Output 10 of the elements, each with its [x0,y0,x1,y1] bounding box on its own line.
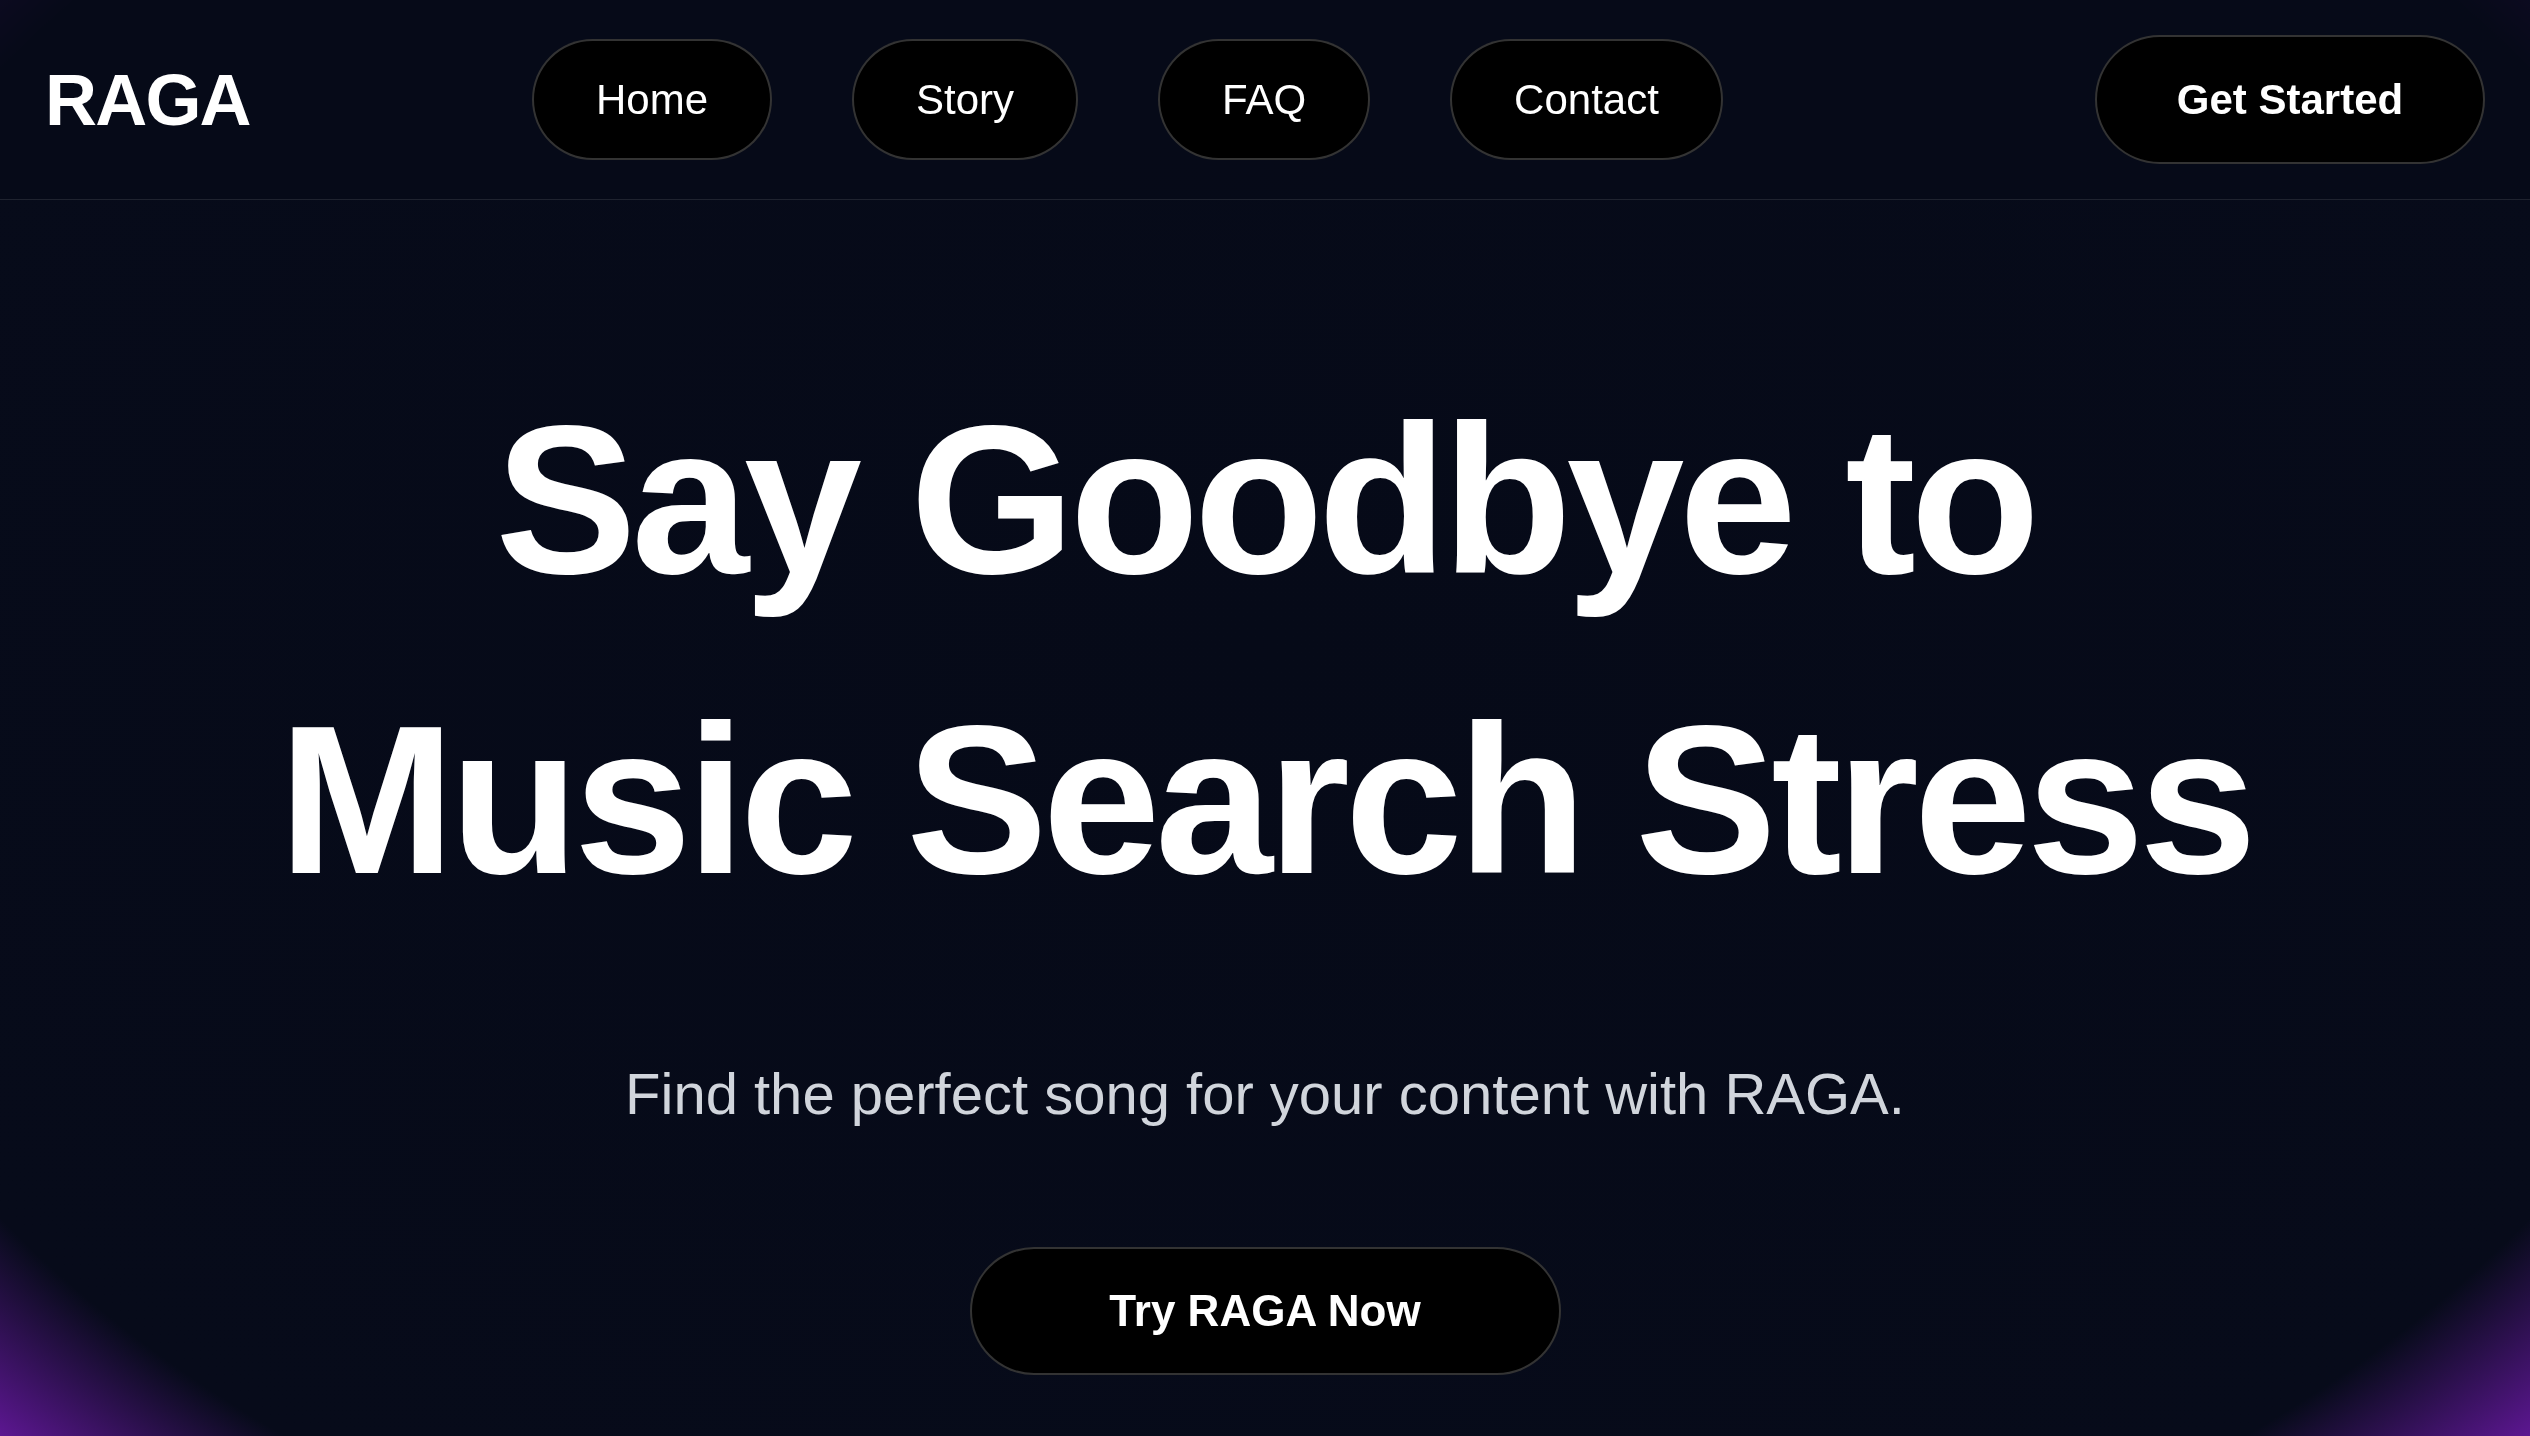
headline-line: Say Goodbye to [495,380,2035,620]
try-now-button[interactable]: Try RAGA Now [969,1247,1561,1375]
subtitle: Find the perfect song for your content with RAGA. [625,1060,1905,1128]
nav-link[interactable]: Story [852,39,1079,160]
nav-link[interactable]: Home [532,39,773,160]
headline-line: Music Search Stress [278,680,2252,920]
nav-link[interactable]: Contact [1450,39,1723,160]
logo-wordmark[interactable]: RAGA [45,45,532,154]
nav-link[interactable]: FAQ [1158,39,1371,160]
get-started-button[interactable]: Get Started [2095,35,2485,164]
